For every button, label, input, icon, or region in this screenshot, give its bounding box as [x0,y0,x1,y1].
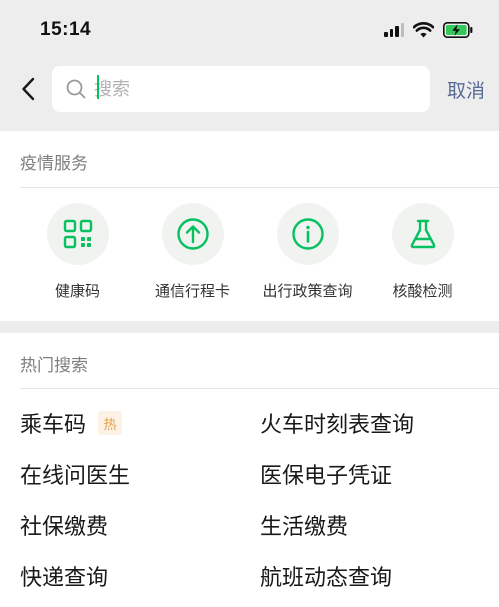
status-bar: 15:14 [0,0,499,62]
hot-search-item[interactable]: 火车时刻表查询 [260,407,414,439]
services-card: 疫情服务 健康码 通信行程卡 出行政策查询 核酸检测 [0,131,499,321]
hot-search-title: 热门搜索 [20,356,88,376]
hot-search-label: 在线问医生 [20,464,131,489]
search-box[interactable] [52,66,430,112]
service-icon-circle [46,203,109,265]
service-nucleic-test[interactable]: 核酸检测 [365,203,480,301]
wifi-icon [413,22,434,38]
arrow-up-circle-icon [176,218,209,250]
search-icon [66,79,86,99]
hot-search-label: 快递查询 [20,566,109,591]
chevron-left-icon [22,77,35,101]
hot-badge: 热 [98,411,123,435]
service-icon-circle [161,203,224,265]
text-cursor [97,75,99,99]
hot-search-label: 乘车码 [20,413,87,438]
hot-search-item[interactable]: 社保缴费 [20,509,108,541]
flask-icon [410,219,435,249]
hot-search-item[interactable]: 生活缴费 [260,509,348,541]
hot-search-label: 火车时刻表查询 [260,413,415,438]
hot-search-item[interactable]: 在线问医生 [20,458,130,490]
service-label: 通信行程卡 [154,282,230,300]
hot-search-item[interactable]: 快递查询 [20,560,108,592]
service-label: 核酸检测 [392,282,453,300]
signal-icon [384,23,404,37]
search-input[interactable] [94,66,414,112]
hot-search-label: 社保缴费 [20,515,109,540]
qr-code-icon [63,219,92,249]
hot-search-item[interactable]: 航班动态查询 [260,560,392,592]
service-travel-policy[interactable]: 出行政策查询 [250,203,365,301]
section-divider [20,388,499,389]
status-time: 15:14 [40,19,92,40]
back-button[interactable] [13,72,43,106]
info-circle-icon [291,218,324,250]
hot-search-label: 医保电子凭证 [260,464,393,489]
service-icon-circle [276,203,339,265]
hot-search-card: 热门搜索 乘车码 热 火车时刻表查询 在线问医生 医保电子凭证 社保缴费 生活缴… [0,333,499,607]
search-bar: 取消 [0,62,499,116]
battery-charging-icon [443,22,473,38]
service-health-code[interactable]: 健康码 [20,203,135,301]
cancel-button[interactable]: 取消 [447,76,485,103]
service-travel-card[interactable]: 通信行程卡 [135,203,250,301]
services-list: 健康码 通信行程卡 出行政策查询 核酸检测 [0,203,499,301]
services-section-title: 疫情服务 [20,154,88,174]
service-label: 出行政策查询 [262,282,353,300]
service-icon-circle [391,203,454,265]
hot-search-item[interactable]: 医保电子凭证 [260,458,392,490]
hot-search-item[interactable]: 乘车码 热 [20,407,123,439]
service-label: 健康码 [54,282,100,300]
hot-search-label: 航班动态查询 [260,566,393,591]
status-icons [384,22,473,38]
hot-search-label: 生活缴费 [260,515,349,540]
section-divider [20,187,499,188]
